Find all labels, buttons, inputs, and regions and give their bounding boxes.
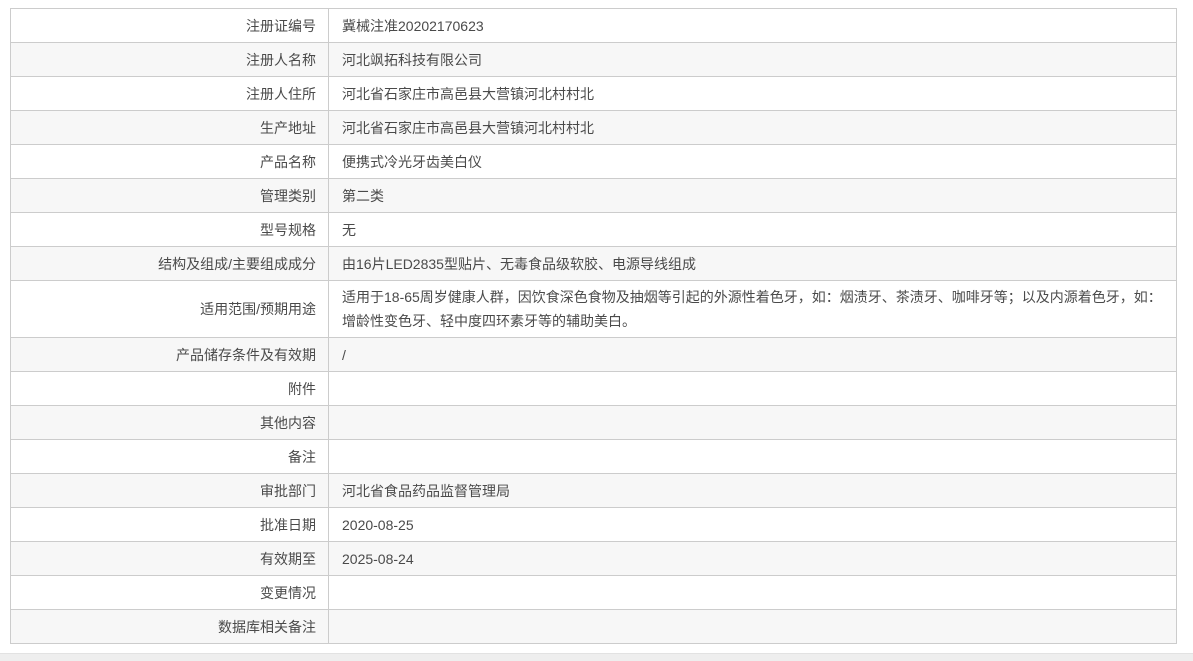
row-value: 河北省石家庄市高邑县大营镇河北村村北 xyxy=(329,111,1177,145)
row-label: 生产地址 xyxy=(11,111,329,145)
row-value: 便携式冷光牙齿美白仪 xyxy=(329,145,1177,179)
table-row: 注册人名称 河北飒拓科技有限公司 xyxy=(11,43,1177,77)
row-value xyxy=(329,406,1177,440)
row-label: 管理类别 xyxy=(11,179,329,213)
row-label: 变更情况 xyxy=(11,576,329,610)
table-row: 数据库相关备注 xyxy=(11,610,1177,644)
table-row: 变更情况 xyxy=(11,576,1177,610)
table-row: 其他内容 xyxy=(11,406,1177,440)
table-row: 有效期至 2025-08-24 xyxy=(11,542,1177,576)
table-row: 型号规格 无 xyxy=(11,213,1177,247)
row-label: 审批部门 xyxy=(11,474,329,508)
row-label: 产品名称 xyxy=(11,145,329,179)
row-label: 注册人名称 xyxy=(11,43,329,77)
row-label: 批准日期 xyxy=(11,508,329,542)
row-value: 河北飒拓科技有限公司 xyxy=(329,43,1177,77)
row-value: 无 xyxy=(329,213,1177,247)
table-row: 注册人住所 河北省石家庄市高邑县大营镇河北村村北 xyxy=(11,77,1177,111)
registration-info-table: 注册证编号 冀械注准20202170623 注册人名称 河北飒拓科技有限公司 注… xyxy=(10,8,1177,644)
row-value xyxy=(329,372,1177,406)
row-label: 其他内容 xyxy=(11,406,329,440)
row-value: 2025-08-24 xyxy=(329,542,1177,576)
row-value: 适用于18-65周岁健康人群，因饮食深色食物及抽烟等引起的外源性着色牙，如：烟渍… xyxy=(329,281,1177,338)
table-row: 结构及组成/主要组成成分 由16片LED2835型贴片、无毒食品级软胶、电源导线… xyxy=(11,247,1177,281)
row-value xyxy=(329,576,1177,610)
table-row: 注册证编号 冀械注准20202170623 xyxy=(11,9,1177,43)
row-value: 由16片LED2835型贴片、无毒食品级软胶、电源导线组成 xyxy=(329,247,1177,281)
row-label: 注册人住所 xyxy=(11,77,329,111)
row-label: 结构及组成/主要组成成分 xyxy=(11,247,329,281)
row-value: / xyxy=(329,338,1177,372)
row-label: 附件 xyxy=(11,372,329,406)
row-value: 冀械注准20202170623 xyxy=(329,9,1177,43)
table-row: 备注 xyxy=(11,440,1177,474)
row-label: 有效期至 xyxy=(11,542,329,576)
table-row: 管理类别 第二类 xyxy=(11,179,1177,213)
row-value xyxy=(329,440,1177,474)
registration-info-table-body: 注册证编号 冀械注准20202170623 注册人名称 河北飒拓科技有限公司 注… xyxy=(11,9,1177,644)
row-value: 河北省食品药品监督管理局 xyxy=(329,474,1177,508)
row-label: 注册证编号 xyxy=(11,9,329,43)
row-value: 第二类 xyxy=(329,179,1177,213)
row-label: 备注 xyxy=(11,440,329,474)
table-row: 产品名称 便携式冷光牙齿美白仪 xyxy=(11,145,1177,179)
row-value: 河北省石家庄市高邑县大营镇河北村村北 xyxy=(329,77,1177,111)
table-row: 生产地址 河北省石家庄市高邑县大营镇河北村村北 xyxy=(11,111,1177,145)
table-row: 适用范围/预期用途 适用于18-65周岁健康人群，因饮食深色食物及抽烟等引起的外… xyxy=(11,281,1177,338)
row-label: 型号规格 xyxy=(11,213,329,247)
table-row: 附件 xyxy=(11,372,1177,406)
footer-bar xyxy=(0,653,1193,661)
table-row: 批准日期 2020-08-25 xyxy=(11,508,1177,542)
row-value: 2020-08-25 xyxy=(329,508,1177,542)
row-value xyxy=(329,610,1177,644)
row-label: 产品储存条件及有效期 xyxy=(11,338,329,372)
table-row: 审批部门 河北省食品药品监督管理局 xyxy=(11,474,1177,508)
table-row: 产品储存条件及有效期 / xyxy=(11,338,1177,372)
row-label: 适用范围/预期用途 xyxy=(11,281,329,338)
row-label: 数据库相关备注 xyxy=(11,610,329,644)
